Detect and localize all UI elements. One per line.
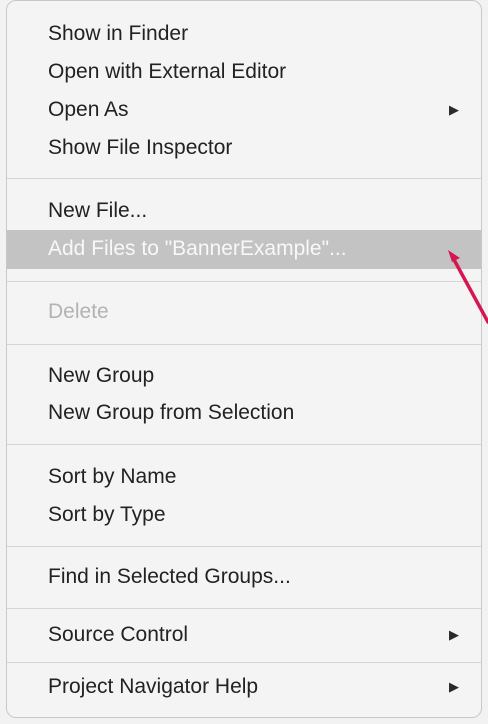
menu-item-label: Find in Selected Groups... — [48, 565, 291, 588]
menu-separator — [7, 546, 481, 547]
menu-item-show-in-finder[interactable]: Show in Finder — [7, 15, 481, 53]
menu-item-add-files[interactable]: Add Files to "BannerExample"... — [7, 230, 481, 269]
menu-item-open-as[interactable]: Open As ▶ — [7, 91, 481, 129]
menu-item-label: Show in Finder — [48, 22, 189, 45]
submenu-arrow-icon: ▶ — [449, 679, 459, 694]
menu-separator — [7, 608, 481, 609]
menu-item-sort-by-type[interactable]: Sort by Type — [7, 496, 481, 534]
submenu-arrow-icon: ▶ — [449, 627, 459, 642]
menu-separator — [7, 444, 481, 445]
menu-item-show-file-inspector[interactable]: Show File Inspector — [7, 129, 481, 167]
menu-item-source-control[interactable]: Source Control ▶ — [7, 616, 481, 654]
menu-item-label: Project Navigator Help — [48, 675, 259, 698]
menu-item-sort-by-name[interactable]: Sort by Name — [7, 458, 481, 496]
menu-item-new-group-from-selection[interactable]: New Group from Selection — [7, 394, 481, 432]
menu-separator — [7, 178, 481, 179]
menu-item-label: Show File Inspector — [48, 136, 233, 159]
context-menu: Show in Finder Open with External Editor… — [6, 0, 482, 718]
menu-item-label: New Group from Selection — [48, 401, 295, 424]
menu-item-open-with-external-editor[interactable]: Open with External Editor — [7, 53, 481, 91]
menu-item-delete: Delete — [7, 293, 481, 331]
menu-item-label: Source Control — [48, 623, 189, 646]
menu-item-label: Open with External Editor — [48, 60, 287, 83]
menu-item-label: Open As — [48, 98, 129, 121]
menu-separator — [7, 662, 481, 663]
menu-separator — [7, 344, 481, 345]
menu-item-new-file[interactable]: New File... — [7, 192, 481, 230]
menu-item-find-in-selected-groups[interactable]: Find in Selected Groups... — [7, 558, 481, 596]
menu-item-new-group[interactable]: New Group — [7, 357, 481, 395]
submenu-arrow-icon: ▶ — [449, 102, 459, 117]
menu-item-label: New File... — [48, 199, 148, 222]
menu-separator — [7, 281, 481, 282]
menu-item-label: Add Files to "BannerExample"... — [48, 237, 347, 260]
menu-item-label: New Group — [48, 364, 155, 387]
menu-item-label: Sort by Type — [48, 503, 166, 526]
menu-item-label: Sort by Name — [48, 465, 177, 488]
menu-item-project-navigator-help[interactable]: Project Navigator Help ▶ — [7, 668, 481, 706]
menu-item-label: Delete — [48, 300, 109, 323]
